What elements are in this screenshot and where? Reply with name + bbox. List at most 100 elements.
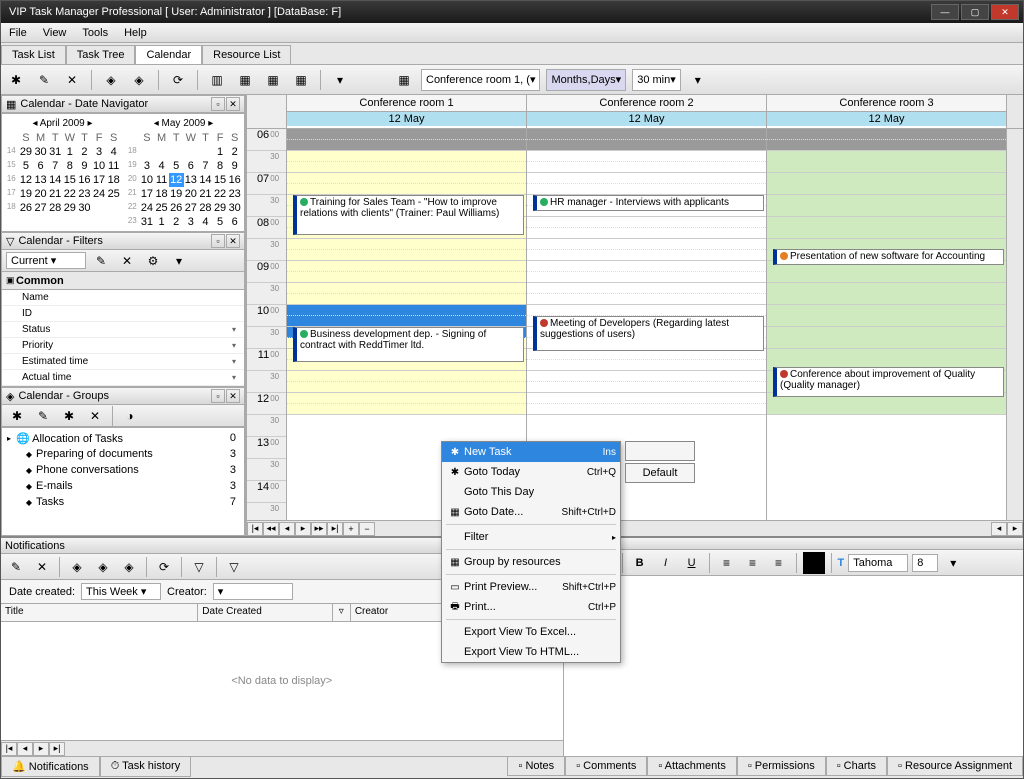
calendar-day[interactable]: 20 [33,187,48,201]
calendar-day[interactable] [92,201,107,215]
calendar-day[interactable]: 16 [227,173,242,187]
calendar-day[interactable]: 4 [198,215,213,229]
menu-help[interactable]: Help [116,25,155,41]
toolbar-view-2[interactable]: ▦ [234,69,256,91]
toolbar-refresh[interactable]: ⟳ [167,69,189,91]
calendar-day[interactable]: 5 [169,159,184,173]
calendar-day[interactable]: 3 [140,159,155,173]
calendar-day[interactable]: 5 [19,159,34,173]
maximize-button[interactable]: ▢ [961,4,989,20]
col-sort-icon[interactable]: ▿ [333,604,351,621]
calendar-day[interactable]: 24 [92,187,107,201]
col-creator[interactable]: Creator [351,604,448,621]
editor-extra[interactable]: ▾ [942,552,964,574]
fontsize-dropdown[interactable]: 8 [912,554,938,572]
filter-current-dropdown[interactable]: Current ▾ [6,252,86,269]
calendar-day[interactable]: 17 [92,173,107,187]
calendar-day[interactable]: 24 [140,201,155,215]
calendar-day[interactable]: 29 [213,201,228,215]
nav-last[interactable]: ▸| [327,522,343,536]
context-menu-item[interactable]: Export View To Excel... [442,622,620,642]
calendar-day[interactable]: 11 [106,159,121,173]
context-menu-item[interactable]: ✱Goto TodayCtrl+Q [442,462,620,482]
editor-color[interactable] [803,552,825,574]
notif-nav-last[interactable]: ▸| [49,742,65,756]
editor-bold[interactable]: B [629,552,651,574]
editor-align-c[interactable]: ≡ [742,552,764,574]
calendar-day[interactable]: 6 [184,159,199,173]
context-menu-item[interactable]: Goto This Day [442,482,620,502]
calendar-day[interactable]: 20 [184,187,199,201]
room-column-3[interactable]: Presentation of new software for Account… [767,129,1007,520]
context-menu-item[interactable]: Export View To HTML... [442,642,620,662]
calendar-day[interactable]: 31 [140,215,155,229]
calendar-day[interactable] [198,145,213,159]
calendar-day[interactable]: 23 [227,187,242,201]
filter-btn-3[interactable]: ⚙ [142,250,164,272]
calendar-day[interactable]: 25 [154,201,169,215]
tab-calendar[interactable]: Calendar [135,45,202,64]
calendar-day[interactable]: 26 [169,201,184,215]
group-btn-4[interactable]: ✕ [84,405,106,427]
context-menu-item[interactable]: ▦Group by resources [442,552,620,572]
editor-italic[interactable]: I [655,552,677,574]
scroll-left[interactable]: ◂ [991,522,1007,536]
calendar-day[interactable]: 29 [19,145,34,159]
common-collapse-icon[interactable]: ▣ [6,275,16,286]
calendar-day[interactable]: 17 [140,187,155,201]
nav-plus[interactable]: + [343,522,359,536]
group-btn-3[interactable]: ✱ [58,405,80,427]
calendar-day[interactable] [184,145,199,159]
calendar-day[interactable]: 4 [106,145,121,159]
nav-fwd[interactable]: ▸ [295,522,311,536]
date-created-dropdown[interactable]: This Week ▾ [81,583,161,600]
group-btn-1[interactable]: ✱ [6,405,28,427]
calendar-day[interactable]: 4 [154,159,169,173]
calendar-day[interactable]: 10 [140,173,155,187]
group-btn-5[interactable]: ◑ [119,405,141,427]
menu-file[interactable]: File [1,25,35,41]
calendar-day[interactable]: 5 [213,215,228,229]
tree-item[interactable]: ◆Preparing of documents3 [4,446,242,462]
panel-close-icon[interactable]: ✕ [226,234,240,248]
col-title[interactable]: Title [1,604,198,621]
calendar-day[interactable]: 30 [33,145,48,159]
calendar-day[interactable]: 9 [77,159,92,173]
calendar-day[interactable]: 14 [48,173,63,187]
calendar-day[interactable]: 14 [198,173,213,187]
notif-btn-2[interactable]: ✕ [31,556,53,578]
calendar-day[interactable]: 8 [63,159,78,173]
notif-btn-5[interactable]: ◈ [118,556,140,578]
calendar-day[interactable]: 26 [19,201,34,215]
calendar-day[interactable]: 2 [77,145,92,159]
context-menu-item[interactable]: ▦Goto Date...Shift+Ctrl+D [442,502,620,522]
calendar-scrollbar[interactable] [1007,129,1023,520]
nav-prev[interactable]: ◂◂ [263,522,279,536]
calendar-day[interactable]: 18 [154,187,169,201]
toolbar-view-4[interactable]: ▦ [290,69,312,91]
toolbar-view-1[interactable]: ▥ [206,69,228,91]
filter-btn-1[interactable]: ✎ [90,250,112,272]
calendar-day[interactable]: 18 [106,173,121,187]
notif-btn-3[interactable]: ◈ [66,556,88,578]
menu-tools[interactable]: Tools [74,25,116,41]
notif-btn-4[interactable]: ◈ [92,556,114,578]
detail-tab[interactable]: ▫ Attachments [647,757,737,776]
toolbar-btn-4[interactable]: ◈ [100,69,122,91]
calendar-day[interactable]: 7 [198,159,213,173]
tab-task-tree[interactable]: Task Tree [66,45,136,64]
calendar-day[interactable]: 16 [77,173,92,187]
calendar-day[interactable]: 21 [48,187,63,201]
filter-row-arrow[interactable]: ▾ [232,357,244,366]
group-btn-2[interactable]: ✎ [32,405,54,427]
notif-btn-8[interactable]: ▽ [223,556,245,578]
menu-view[interactable]: View [35,25,75,41]
calendar-day[interactable]: 13 [184,173,199,187]
toolbar-btn-2[interactable]: ✎ [33,69,55,91]
detail-tab[interactable]: ▫ Charts [826,757,887,776]
ctx-blank-button[interactable] [625,441,695,461]
context-menu-item[interactable]: ▭Print Preview...Shift+Ctrl+P [442,577,620,597]
calendar-day[interactable]: 29 [63,201,78,215]
toolbar-room-icon[interactable]: ▦ [393,69,415,91]
editor-body[interactable] [564,576,1023,756]
